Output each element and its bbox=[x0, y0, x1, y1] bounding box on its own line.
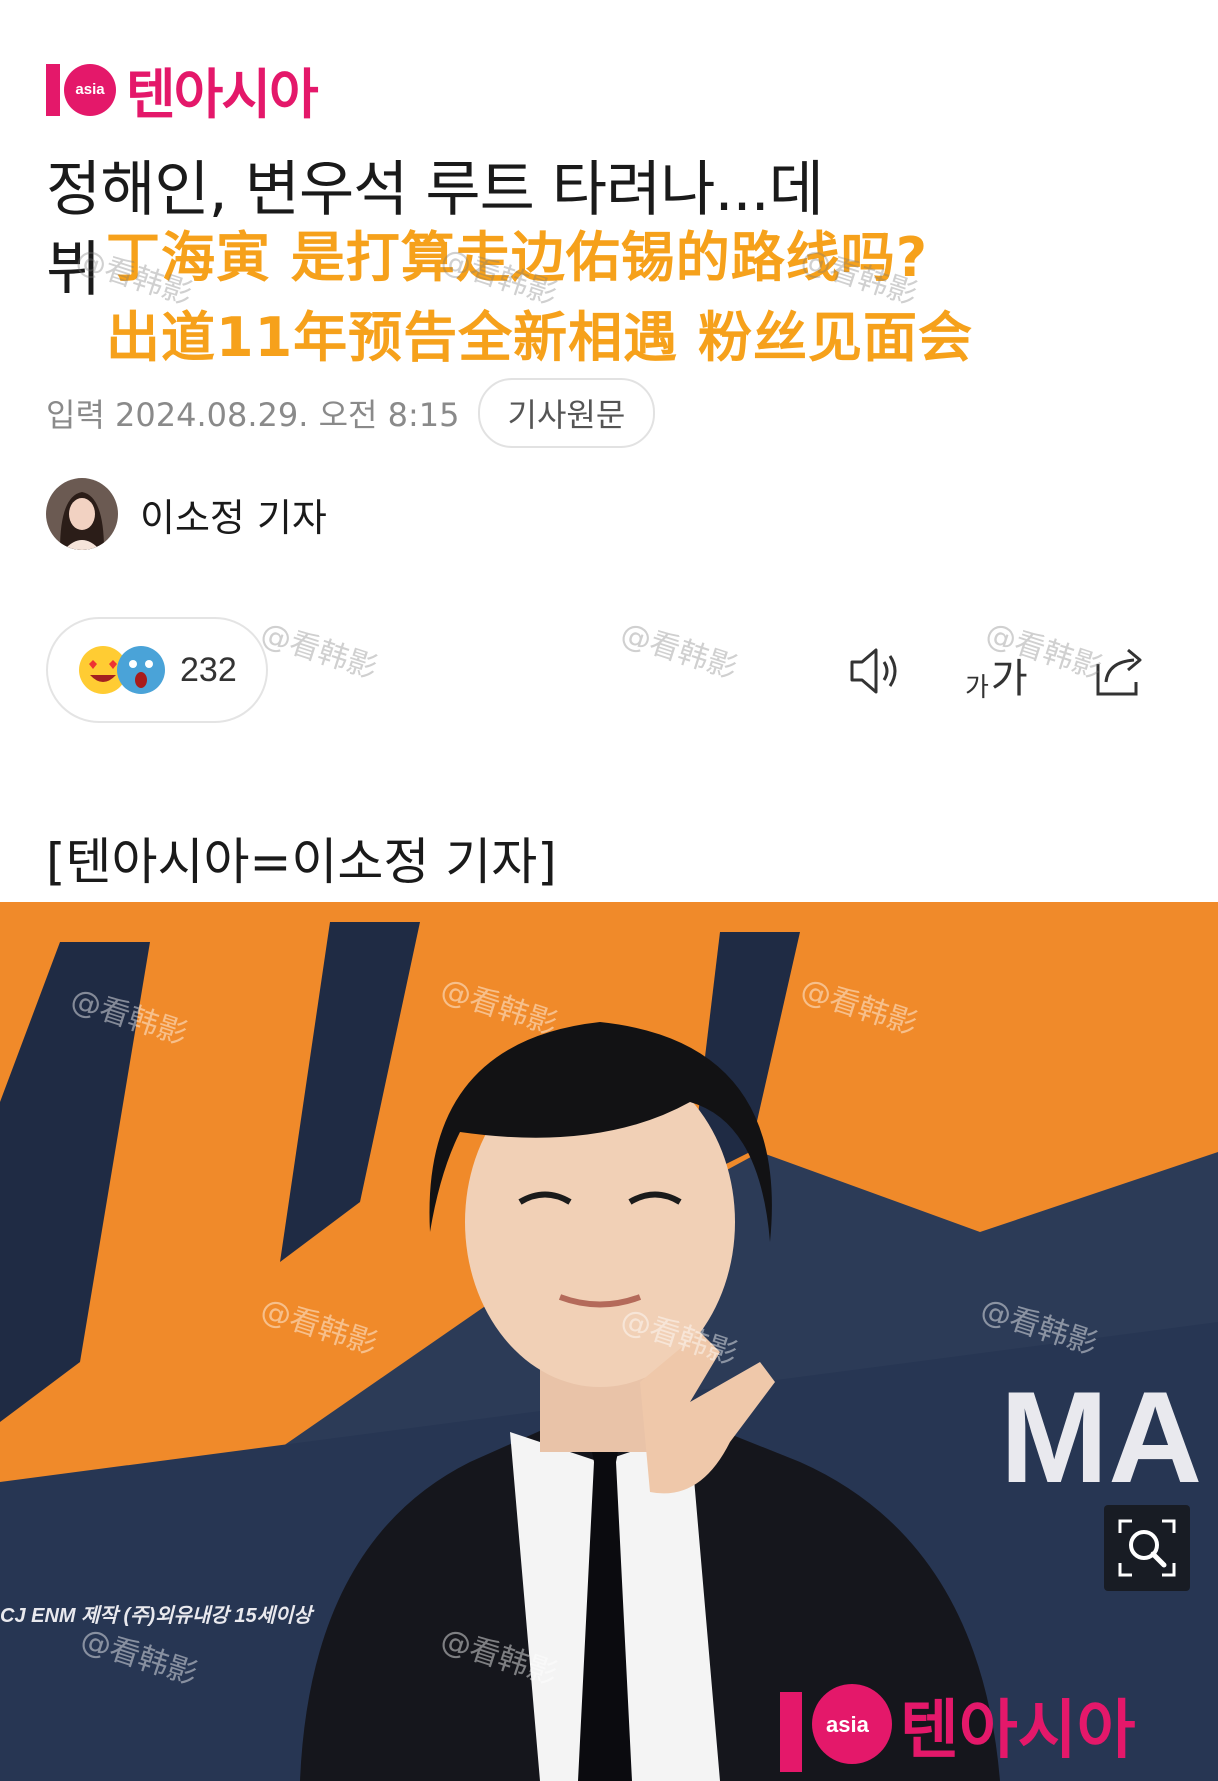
author-avatar bbox=[46, 478, 118, 550]
photo-logo-badge: asia bbox=[826, 1712, 870, 1737]
watermark: @看韩影 bbox=[616, 616, 742, 687]
overlay-line-2: 出道11年预告全新相遇 粉丝见面会 bbox=[106, 306, 973, 369]
overlay-line-1: 丁海寅 是打算走边佑锡的路线吗? bbox=[106, 226, 929, 289]
publish-date: 입력 2024.08.29. 오전 8:15 bbox=[46, 396, 460, 434]
logo-one-bar bbox=[46, 63, 60, 116]
author-name: 이소정 기자 bbox=[140, 495, 327, 540]
photo-illustration: MA CJ ENM 제작 (주)외유내강 15세이상 asia 텐아시아 bbox=[0, 902, 1218, 1781]
font-size-small-label: 가 bbox=[965, 673, 989, 703]
logo-mark: asia bbox=[46, 63, 116, 116]
speaker-icon[interactable] bbox=[846, 642, 904, 700]
original-article-button[interactable]: 기사원문 bbox=[477, 378, 656, 448]
backdrop-letters: MA bbox=[1000, 1364, 1202, 1510]
translation-overlay: 丁海寅 是打算走边佑锡的路线吗? 出道11年预告全新相遇 粉丝见面会 bbox=[106, 218, 973, 378]
reaction-count: 232 bbox=[180, 650, 237, 689]
site-logo[interactable]: asia 텐아시아 bbox=[46, 50, 319, 129]
logo-badge: asia bbox=[64, 63, 116, 116]
backdrop-caption: CJ ENM 제작 (주)외유내강 15세이상 bbox=[0, 1605, 315, 1627]
logo-text: 텐아시아 bbox=[126, 63, 319, 126]
share-icon[interactable] bbox=[1090, 642, 1150, 700]
reaction-button[interactable]: 232 bbox=[46, 617, 268, 723]
shocked-emoji-icon bbox=[117, 646, 165, 694]
font-size-big-label: 가 bbox=[990, 656, 1028, 702]
author[interactable]: 이소정 기자 bbox=[46, 478, 327, 550]
article-photo[interactable]: MA CJ ENM 제작 (주)외유내강 15세이상 asia 텐아시아 @看韩… bbox=[0, 902, 1218, 1781]
article-meta: 입력 2024.08.29. 오전 8:15 기사원문 bbox=[46, 378, 656, 448]
photo-logo-text: 텐아시아 bbox=[900, 1694, 1136, 1768]
font-size-icon[interactable]: 가 가 bbox=[965, 646, 1028, 704]
photo-zoom-button[interactable] bbox=[1104, 1505, 1190, 1591]
headline-block: 정해인, 변우석 루트 타려나...데 뷔 丁海寅 是打算走边佑锡的路线吗? 出… bbox=[46, 150, 1166, 369]
article-byline: [텐아시아=이소정 기자] bbox=[46, 833, 557, 891]
search-icon bbox=[1118, 1519, 1176, 1577]
watermark: @看韩影 bbox=[256, 616, 382, 687]
